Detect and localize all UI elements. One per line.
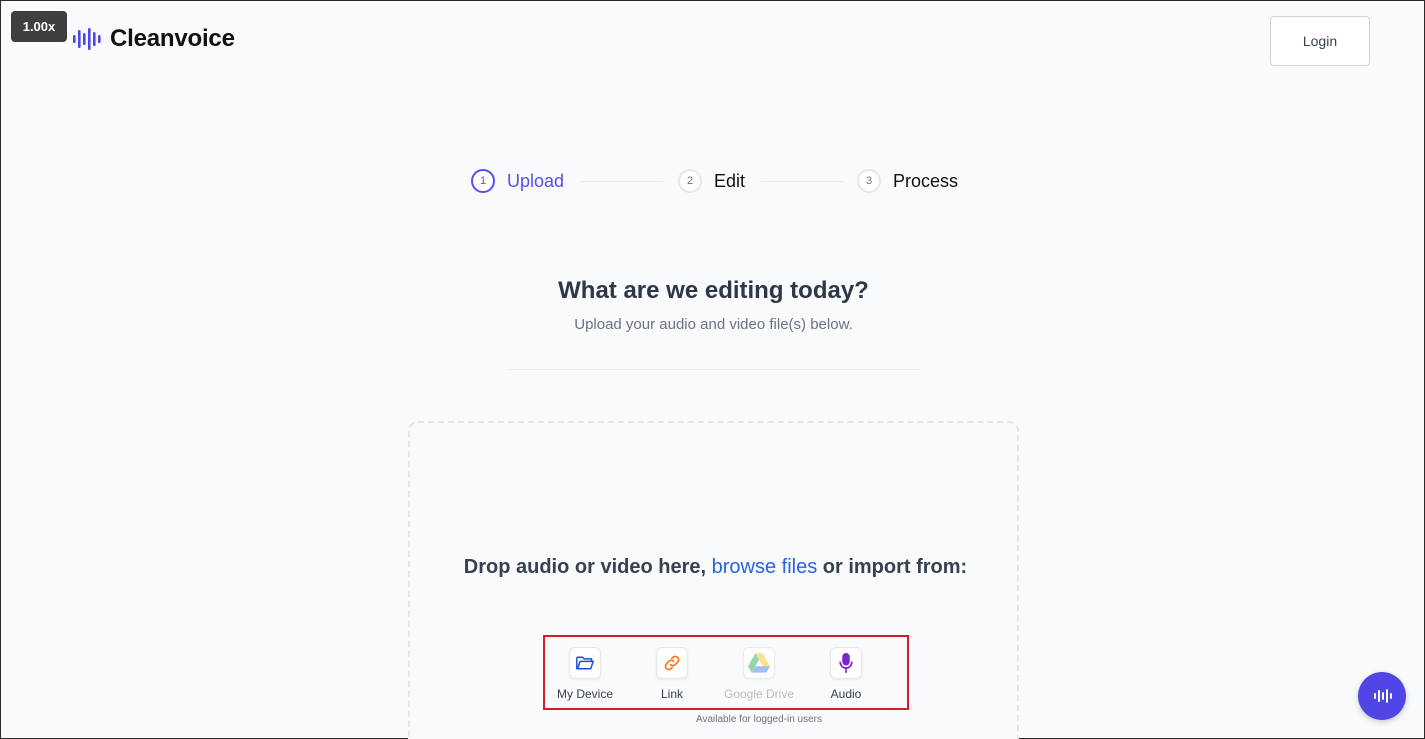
step-process: 3 Process	[857, 169, 958, 193]
chat-waveform-icon	[1374, 689, 1392, 703]
import-google-drive-button[interactable]: Google Drive	[719, 647, 799, 701]
page-subtitle: Upload your audio and video file(s) belo…	[574, 316, 853, 333]
step-number: 2	[678, 169, 702, 193]
zoom-level-badge: 1.00x	[11, 11, 67, 42]
dropzone-instructions: Drop audio or video here, browse files o…	[410, 553, 1021, 582]
source-label: Link	[660, 687, 683, 701]
step-label: Edit	[714, 170, 746, 191]
step-label: Upload	[507, 170, 565, 191]
login-button[interactable]: Login	[1270, 16, 1370, 66]
step-connector	[761, 181, 843, 182]
source-label: Audio	[830, 687, 862, 701]
step-label: Process	[893, 170, 959, 191]
import-audio-button[interactable]: Audio	[806, 647, 886, 701]
chat-widget-button[interactable]	[1358, 672, 1406, 720]
import-link-button[interactable]: Link	[632, 647, 712, 701]
step-upload: 1 Upload	[471, 169, 564, 193]
source-label: Google Drive	[723, 687, 795, 701]
divider	[508, 369, 920, 370]
step-connector	[581, 181, 663, 182]
page-title: What are we editing today?	[558, 277, 869, 304]
progress-steps: 1 Upload 2 Edit 3 Process	[471, 169, 961, 195]
step-number: 3	[857, 169, 881, 193]
brand-logo[interactable]: Cleanvoice	[73, 25, 235, 53]
import-sources: My Device Link Google Drive Audio	[543, 635, 909, 710]
microphone-icon	[830, 647, 862, 679]
dropzone-text-after: or import from:	[822, 556, 968, 578]
file-dropzone[interactable]: Drop audio or video here, browse files o…	[408, 421, 1019, 739]
dropzone-text-before: Drop audio or video here,	[463, 556, 707, 578]
browse-files-link[interactable]: browse files	[712, 556, 818, 578]
step-edit: 2 Edit	[678, 169, 745, 193]
step-number: 1	[471, 169, 495, 193]
link-icon	[656, 647, 688, 679]
google-drive-icon	[743, 647, 775, 679]
source-label: My Device	[556, 687, 613, 701]
logged-in-note: Available for logged-in users	[695, 714, 822, 725]
brand-name: Cleanvoice	[110, 25, 235, 52]
waveform-logo-icon	[73, 28, 101, 50]
folder-icon	[569, 647, 601, 679]
import-my-device-button[interactable]: My Device	[545, 647, 625, 701]
